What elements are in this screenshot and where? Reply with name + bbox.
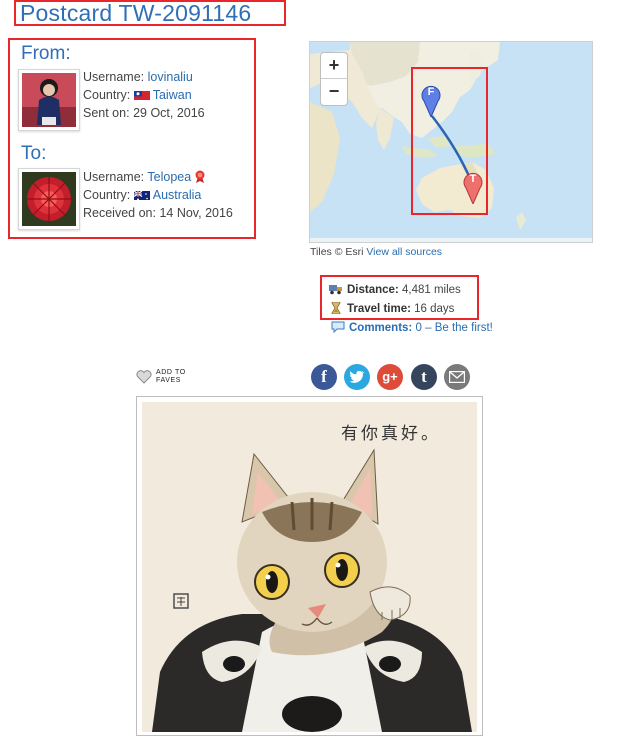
- map-attribution: Tiles © Esri View all sources: [310, 246, 442, 258]
- distance-label: Distance:: [347, 284, 399, 296]
- facebook-icon: f: [321, 367, 327, 386]
- truck-icon: [329, 283, 343, 295]
- hourglass-icon: [329, 301, 343, 315]
- cat-and-dog-illustration: [142, 402, 477, 732]
- zoom-in-button[interactable]: +: [321, 53, 347, 79]
- receiver-username-row: Username: Telopea: [83, 168, 205, 186]
- travel-time-value: 16 days: [414, 303, 455, 315]
- tiles-credit: Tiles © Esri: [310, 246, 364, 258]
- comments-separator: –: [425, 322, 432, 334]
- zoom-out-button[interactable]: −: [321, 79, 347, 105]
- travel-time-row: Travel time: 16 days: [329, 301, 455, 315]
- page-title: Postcard TW-2091146: [20, 0, 252, 26]
- sent-date-row: Sent on: 29 Oct, 2016: [83, 104, 205, 122]
- sender-avatar[interactable]: [18, 69, 80, 131]
- google-plus-share-button[interactable]: g+: [377, 364, 403, 390]
- receiver-username-link[interactable]: Telopea: [147, 170, 191, 184]
- received-date-row: Received on: 14 Nov, 2016: [83, 204, 233, 222]
- australia-flag-icon: [133, 189, 150, 200]
- twitter-icon: [349, 370, 365, 387]
- comment-bubble-icon: [331, 321, 345, 334]
- heart-icon: [136, 370, 152, 389]
- distance-value: 4,481 miles: [401, 284, 461, 296]
- distance-row: Distance: 4,481 miles: [329, 283, 461, 296]
- facebook-share-button[interactable]: f: [311, 364, 337, 390]
- receiver-country-row: Country: Australia: [83, 186, 201, 204]
- received-date-label: Received on:: [83, 206, 156, 220]
- tumblr-icon: t: [421, 367, 427, 386]
- route-highlight: [411, 67, 488, 215]
- faves-line-2: FAVES: [156, 377, 182, 384]
- award-badge-icon: [195, 170, 205, 183]
- comments-count[interactable]: 0: [415, 322, 421, 334]
- sender-country-link[interactable]: Taiwan: [153, 88, 192, 102]
- sender-username-row: Username: lovinaliu: [83, 68, 193, 86]
- envelope-icon: [448, 370, 466, 386]
- email-share-button[interactable]: [444, 364, 470, 390]
- twitter-share-button[interactable]: [344, 364, 370, 390]
- be-first-comment-link[interactable]: Be the first!: [435, 322, 493, 334]
- comments-row: Comments: 0 – Be the first!: [331, 321, 493, 334]
- receiver-avatar[interactable]: [18, 168, 80, 230]
- faves-line-1: ADD TO: [156, 369, 186, 376]
- zoom-control: + −: [320, 52, 348, 106]
- receiver-username-label: Username:: [83, 170, 145, 184]
- tumblr-share-button[interactable]: t: [411, 364, 437, 390]
- view-all-sources-link[interactable]: View all sources: [366, 246, 442, 258]
- from-heading: From:: [21, 43, 71, 64]
- add-to-faves-button[interactable]: ADD TO FAVES: [136, 368, 190, 386]
- sender-country-row: Country: Taiwan: [83, 86, 192, 104]
- sent-date-label: Sent on:: [83, 106, 130, 120]
- postcard-image[interactable]: [142, 402, 477, 732]
- travel-time-label: Travel time:: [347, 303, 411, 315]
- google-plus-icon: g+: [382, 369, 398, 384]
- comments-label[interactable]: Comments:: [349, 322, 412, 334]
- sender-country-label: Country:: [83, 88, 131, 102]
- route-map[interactable]: F T + −: [309, 41, 593, 243]
- postcard-caption: 有你真好。: [341, 424, 441, 444]
- receiver-country-link[interactable]: Australia: [153, 188, 202, 202]
- received-date: 14 Nov, 2016: [159, 206, 233, 220]
- to-heading: To:: [21, 143, 47, 164]
- receiver-country-label: Country:: [83, 188, 131, 202]
- sender-username-link[interactable]: lovinaliu: [148, 70, 193, 84]
- taiwan-flag-icon: [133, 89, 150, 100]
- sent-date: 29 Oct, 2016: [133, 106, 205, 120]
- sender-username-label: Username:: [83, 70, 145, 84]
